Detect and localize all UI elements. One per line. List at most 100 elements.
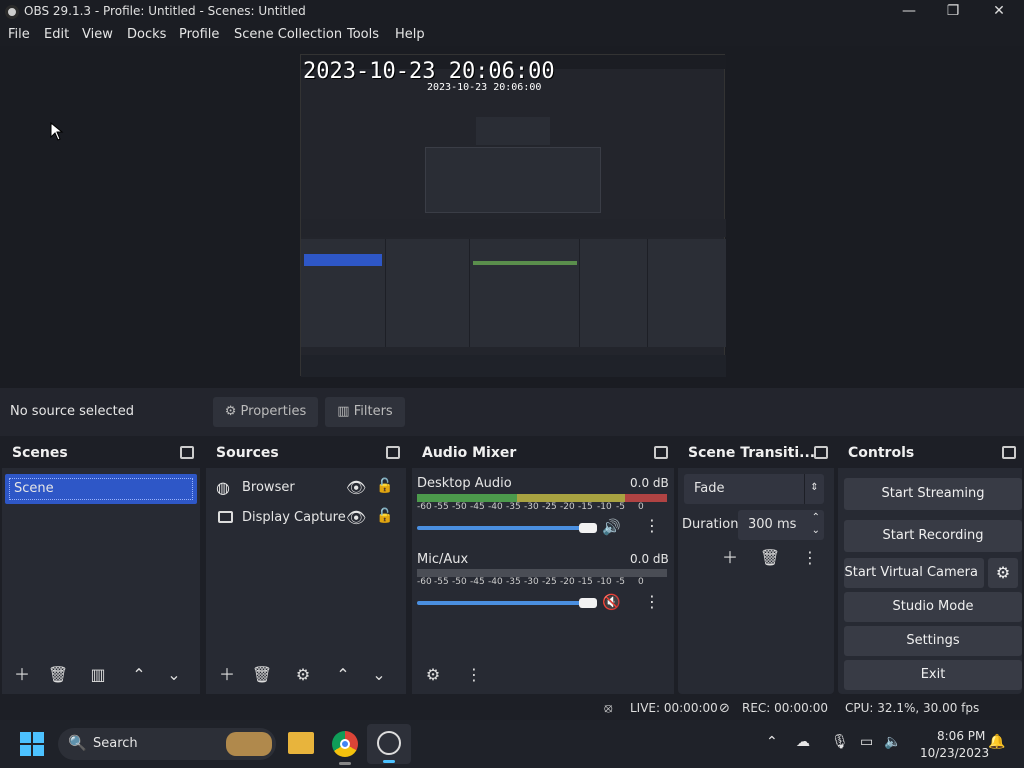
search-highlight-image (226, 732, 272, 756)
source-label: Browser (242, 480, 295, 495)
tick: -45 (470, 577, 485, 587)
tick: -20 (560, 502, 575, 512)
channel-menu-button[interactable]: ⋮ (642, 516, 662, 535)
properties-button[interactable]: ⚙ Properties (213, 397, 318, 427)
settings-button[interactable]: Settings (844, 626, 1022, 656)
add-scene-button[interactable]: ＋ (7, 662, 37, 688)
cloud-icon[interactable]: ☁ (796, 734, 810, 750)
tick: -35 (506, 502, 521, 512)
preview-divider (469, 239, 470, 347)
trash-icon[interactable]: 🗑 (755, 545, 785, 571)
speaker-icon[interactable]: 🔊 (602, 518, 621, 536)
menu-scene-collection[interactable]: Scene Collection (234, 27, 342, 42)
speaker-muted-icon[interactable]: 🔇 (602, 593, 621, 611)
menu-tools[interactable]: Tools (347, 27, 379, 42)
menu-edit[interactable]: Edit (44, 27, 69, 42)
tick: -35 (506, 577, 521, 587)
notification-bell-icon[interactable]: 🔔 (988, 734, 1005, 750)
add-source-button[interactable]: ＋ (212, 662, 242, 688)
trash-icon[interactable]: 🗑 (247, 662, 277, 688)
menu-docks[interactable]: Docks (127, 27, 166, 42)
tick: -10 (597, 502, 612, 512)
transition-menu-button[interactable]: ⋮ (795, 545, 825, 571)
gear-icon[interactable]: ⚙ (288, 662, 318, 688)
microphone-icon[interactable]: 🎙 (831, 734, 849, 750)
menu-profile[interactable]: Profile (179, 27, 219, 42)
undock-icon[interactable] (180, 446, 194, 459)
undock-icon[interactable] (1002, 446, 1016, 459)
channel-menu-button[interactable]: ⋮ (642, 592, 662, 611)
tick: -15 (578, 502, 593, 512)
tick: -5 (616, 502, 625, 512)
obs-taskbar-button[interactable] (367, 724, 411, 764)
tick: -30 (524, 502, 539, 512)
scenes-dock: Scenes Scene ＋ 🗑 ▥ ⌃ ⌄ (2, 438, 200, 694)
taskbar-date[interactable]: 10/23/2023 (920, 746, 989, 760)
move-up-button[interactable]: ⌃ (328, 662, 358, 688)
exit-button[interactable]: Exit (844, 660, 1022, 690)
transition-select[interactable]: Fade ⇕ (684, 474, 824, 504)
source-item-browser[interactable]: ◍ Browser 👁 🔓 (216, 478, 402, 500)
sources-dock: Sources ◍ Browser 👁 🔓 Display Capture 👁 … (206, 438, 406, 694)
move-up-button[interactable]: ⌃ (124, 662, 154, 688)
scene-filters-button[interactable]: ▥ (83, 662, 113, 688)
network-icon[interactable]: ▭ (860, 734, 873, 750)
volume-icon[interactable]: 🔈 (884, 734, 901, 750)
chevron-up-icon[interactable]: ⌃ (766, 734, 778, 750)
close-button[interactable]: ✕ (976, 0, 1022, 24)
tick: -40 (488, 502, 503, 512)
studio-mode-button[interactable]: Studio Mode (844, 592, 1022, 622)
menu-file[interactable]: File (8, 27, 30, 42)
scene-item[interactable]: Scene (5, 474, 197, 504)
rec-status: REC: 00:00:00 (742, 701, 829, 715)
gear-icon[interactable]: ⚙ (418, 662, 448, 688)
lock-icon[interactable]: 🔓 (376, 508, 393, 524)
mixer-menu-button[interactable]: ⋮ (459, 662, 489, 688)
volume-slider[interactable] (417, 526, 585, 530)
taskbar-search[interactable]: 🔍 Search (58, 728, 276, 760)
channel-name: Desktop Audio (417, 476, 512, 491)
trash-icon[interactable]: 🗑 (43, 662, 73, 688)
virtual-camera-settings-gear-icon[interactable]: ⚙ (988, 558, 1018, 588)
source-item-display-capture[interactable]: Display Capture 👁 🔓 (216, 508, 402, 530)
volume-slider-handle[interactable] (579, 598, 597, 608)
start-recording-button[interactable]: Start Recording (844, 520, 1022, 552)
chrome-indicator (339, 762, 351, 765)
start-streaming-button[interactable]: Start Streaming (844, 478, 1022, 510)
stepper-up-icon[interactable]: ⌃ (812, 512, 820, 523)
volume-slider[interactable] (417, 601, 585, 605)
tick: -15 (578, 577, 593, 587)
tick: -5 (616, 577, 625, 587)
add-transition-button[interactable]: ＋ (715, 545, 745, 571)
move-down-button[interactable]: ⌄ (364, 662, 394, 688)
volume-slider-handle[interactable] (579, 523, 597, 533)
undock-icon[interactable] (386, 446, 400, 459)
menu-help[interactable]: Help (395, 27, 425, 42)
scenes-title: Scenes (12, 445, 68, 461)
chrome-icon[interactable] (332, 731, 358, 757)
minimize-button[interactable]: — (886, 0, 932, 24)
taskbar: 🔍 Search ⌃ ☁ 🎙 ▭ 🔈 8:06 PM 10/23/2023 🔔 (0, 720, 1024, 768)
undock-icon[interactable] (814, 446, 828, 459)
eye-icon[interactable]: 👁 (346, 508, 366, 527)
start-virtual-camera-button[interactable]: Start Virtual Camera (844, 558, 984, 588)
windows-start-icon[interactable] (20, 732, 44, 756)
duration-label: Duration (682, 517, 739, 532)
gear-icon: ⚙ (224, 404, 237, 419)
audio-mixer-dock: Audio Mixer Desktop Audio 0.0 dB -60 -55… (412, 438, 674, 694)
move-down-button[interactable]: ⌄ (159, 662, 189, 688)
stepper-down-icon[interactable]: ⌄ (812, 525, 820, 536)
taskbar-time[interactable]: 8:06 PM (937, 729, 985, 743)
filters-button[interactable]: ▥ Filters (325, 397, 405, 427)
menu-view[interactable]: View (82, 27, 113, 42)
obs-logo-icon (5, 5, 19, 19)
lock-icon[interactable]: 🔓 (376, 478, 393, 494)
eye-icon[interactable]: 👁 (346, 478, 366, 497)
undock-icon[interactable] (654, 446, 668, 459)
duration-input[interactable]: 300 ms ⌃ ⌄ (738, 510, 824, 540)
maximize-button[interactable]: ❐ (930, 0, 976, 24)
preview-nested-scene (304, 254, 382, 266)
window-title: OBS 29.1.3 - Profile: Untitled - Scenes:… (24, 4, 306, 18)
search-label: Search (93, 736, 138, 751)
file-explorer-icon[interactable] (288, 732, 314, 754)
